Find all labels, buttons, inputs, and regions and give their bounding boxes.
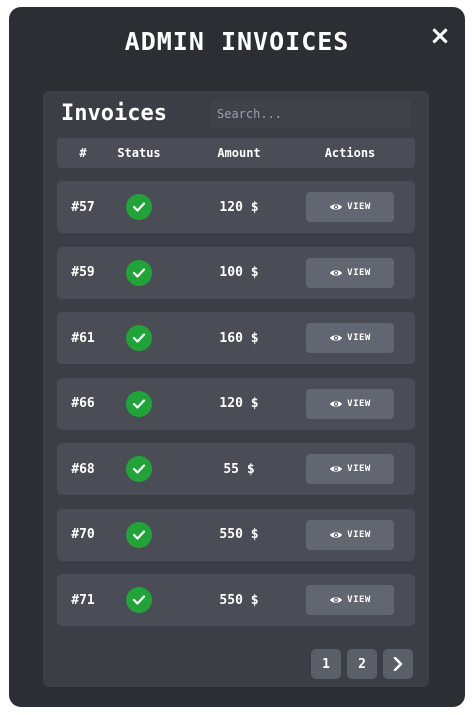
eye-icon [330, 204, 343, 210]
invoice-amount: 160 $ [219, 330, 259, 346]
view-button[interactable]: VIEW [306, 585, 394, 615]
check-circle-icon [126, 390, 152, 417]
page-button-2[interactable]: 2 [347, 649, 377, 679]
status-cell [109, 247, 169, 299]
invoice-amount: 55 $ [223, 461, 255, 477]
invoice-amount: 550 $ [219, 527, 259, 542]
invoice-number: #61 [71, 330, 95, 346]
header-number: # [79, 146, 87, 160]
invoices-panel: Invoices # Status Amount Actions #57 120… [43, 91, 429, 687]
next-page-button[interactable] [383, 649, 413, 679]
status-cell [109, 312, 169, 364]
view-label: VIEW [347, 267, 371, 278]
table-row: #61 160 $ VIEW [57, 312, 415, 364]
check-circle-icon [126, 259, 152, 286]
invoice-amount: 120 $ [219, 396, 259, 411]
table-header: # Status Amount Actions [57, 138, 415, 168]
view-button[interactable]: VIEW [306, 519, 394, 550]
view-label: VIEW [347, 464, 371, 474]
view-button[interactable]: VIEW [306, 454, 394, 484]
actions-cell: VIEW [305, 247, 395, 299]
check-circle-icon [126, 456, 152, 482]
status-cell [109, 181, 169, 233]
header-status: Status [117, 146, 161, 160]
eye-icon [330, 597, 343, 603]
status-cell [109, 443, 169, 495]
eye-icon [330, 531, 343, 538]
search-input[interactable] [211, 100, 411, 128]
panel-heading: Invoices [61, 101, 167, 126]
view-button[interactable]: VIEW [306, 192, 394, 222]
modal-title: ADMIN INVOICES [124, 27, 350, 56]
invoice-amount: 100 $ [219, 265, 259, 280]
view-label: VIEW [347, 202, 371, 212]
view-button[interactable]: VIEW [306, 388, 394, 419]
table-row: #71 550 $ VIEW [57, 574, 415, 626]
eye-icon [330, 269, 343, 276]
invoice-number: #59 [71, 265, 95, 280]
check-circle-icon [126, 325, 152, 351]
table-row: #68 55 $ VIEW [57, 443, 415, 495]
chevron-right-icon [393, 657, 403, 671]
table-row: #70 550 $ VIEW [57, 508, 415, 561]
check-circle-icon [126, 521, 152, 548]
header-actions: Actions [324, 146, 376, 160]
actions-cell: VIEW [305, 509, 395, 561]
invoice-number: #68 [71, 461, 95, 477]
eye-icon [330, 400, 343, 407]
actions-cell: VIEW [305, 443, 395, 495]
view-label: VIEW [347, 529, 371, 540]
status-cell [109, 378, 169, 430]
invoice-number: #66 [71, 396, 95, 411]
close-icon[interactable]: × [429, 23, 451, 49]
check-circle-icon [126, 194, 152, 220]
view-label: VIEW [347, 595, 371, 605]
invoice-number: #57 [71, 199, 95, 215]
invoice-number: #71 [71, 592, 95, 608]
check-circle-icon [126, 587, 152, 613]
status-cell [109, 509, 169, 561]
header-amount: Amount [217, 146, 261, 160]
actions-cell: VIEW [305, 181, 395, 233]
table-row: #59 100 $ VIEW [57, 246, 415, 299]
actions-cell: VIEW [305, 312, 395, 364]
view-button[interactable]: VIEW [306, 323, 394, 353]
admin-invoices-modal: ADMIN INVOICES × Invoices # Status Amoun… [9, 7, 465, 707]
eye-icon [330, 466, 343, 472]
page-button-1[interactable]: 1 [311, 649, 341, 679]
actions-cell: VIEW [305, 378, 395, 430]
actions-cell: VIEW [305, 574, 395, 626]
table-row: #66 120 $ VIEW [57, 377, 415, 430]
status-cell [109, 574, 169, 626]
eye-icon [330, 335, 343, 341]
invoice-amount: 550 $ [219, 592, 259, 608]
view-label: VIEW [347, 398, 371, 409]
view-label: VIEW [347, 333, 371, 343]
view-button[interactable]: VIEW [306, 257, 394, 288]
table-row: #57 120 $ VIEW [57, 181, 415, 233]
invoice-amount: 120 $ [219, 199, 259, 215]
invoice-number: #70 [71, 527, 95, 542]
